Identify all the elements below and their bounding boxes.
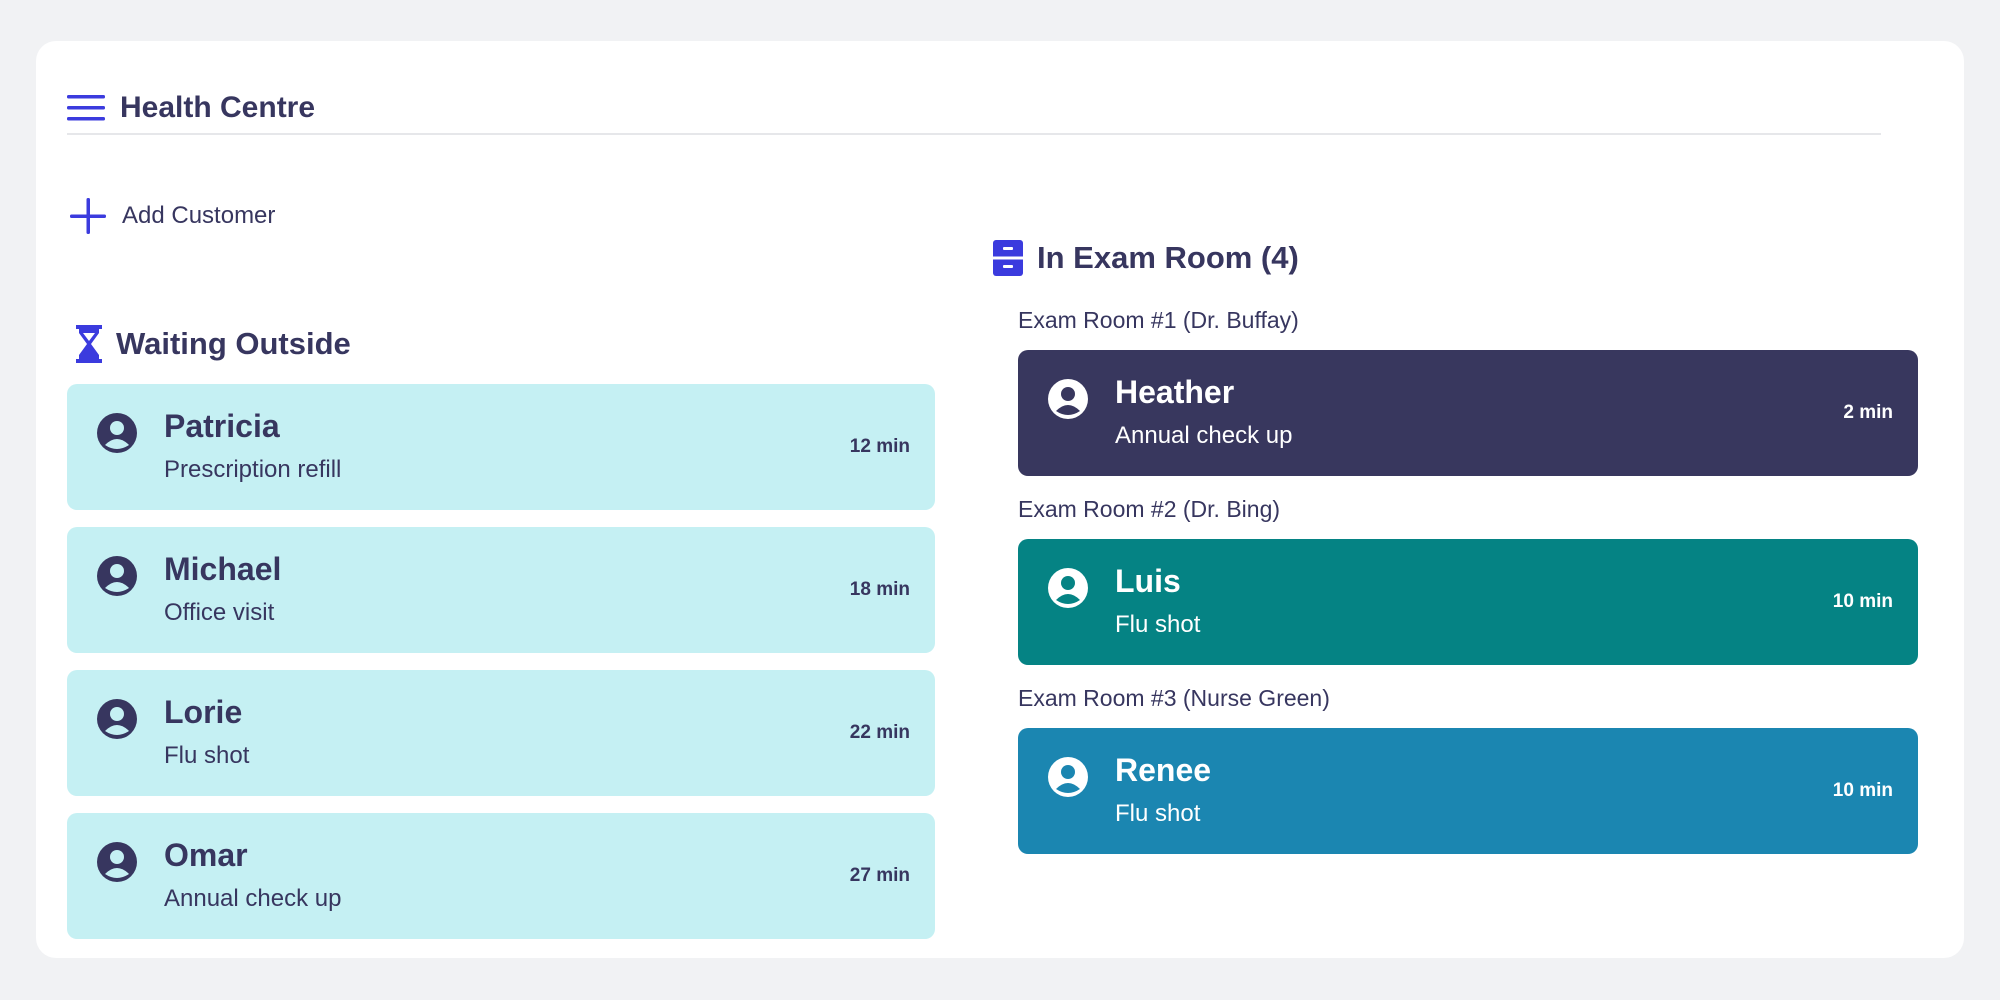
patient-time: 10 min	[1832, 780, 1893, 801]
patient-time: 10 min	[1832, 591, 1893, 612]
user-avatar-icon	[1048, 568, 1088, 608]
patient-reason: Flu shot	[1115, 800, 1201, 827]
waiting-patient-card[interactable]: Omar Annual check up 27 min	[67, 813, 935, 939]
patient-reason: Prescription refill	[164, 456, 342, 483]
user-avatar-icon	[97, 556, 137, 596]
user-avatar-icon	[97, 842, 137, 882]
exam-room-label: Exam Room #2 (Dr. Bing)	[1018, 496, 1281, 522]
waiting-patient-card[interactable]: Michael Office visit 18 min	[67, 527, 935, 653]
add-customer-label: Add Customer	[122, 202, 276, 229]
patient-name: Lorie	[164, 694, 243, 730]
patient-name: Michael	[164, 551, 282, 587]
patient-reason: Office visit	[164, 599, 275, 626]
waiting-section-title: Waiting Outside	[76, 320, 351, 368]
header-divider	[67, 133, 1881, 135]
add-customer-button[interactable]: Add Customer	[70, 194, 275, 238]
patient-reason: Annual check up	[164, 885, 342, 912]
exam-patient-card[interactable]: Luis Flu shot 10 min	[1018, 539, 1918, 665]
patient-name: Heather	[1115, 374, 1235, 410]
patient-reason: Flu shot	[164, 742, 250, 769]
waiting-list: Patricia Prescription refill 12 min Mich…	[67, 384, 935, 956]
patient-reason: Annual check up	[1115, 422, 1293, 449]
waiting-patient-card[interactable]: Lorie Flu shot 22 min	[67, 670, 935, 796]
hamburger-menu-icon[interactable]	[67, 92, 105, 124]
cabinet-icon	[993, 240, 1023, 276]
patient-wait-time: 18 min	[849, 579, 910, 600]
user-avatar-icon	[97, 699, 137, 739]
patient-name: Luis	[1115, 563, 1181, 599]
user-avatar-icon	[1048, 379, 1088, 419]
exam-patient-card[interactable]: Heather Annual check up 2 min	[1018, 350, 1918, 476]
exam-room-label: Exam Room #3 (Nurse Green)	[1018, 685, 1330, 711]
exam-room-list: Exam Room #1 (Dr. Buffay) Heather Annual…	[1018, 300, 1918, 867]
patient-reason: Flu shot	[1115, 611, 1201, 638]
patient-wait-time: 12 min	[849, 436, 910, 457]
exam-section-title: In Exam Room (4)	[993, 234, 1299, 282]
user-avatar-icon	[97, 413, 137, 453]
patient-time: 2 min	[1843, 402, 1893, 423]
waiting-patient-card[interactable]: Patricia Prescription refill 12 min	[67, 384, 935, 510]
patient-wait-time: 22 min	[849, 722, 910, 743]
waiting-title-text: Waiting Outside	[116, 326, 351, 361]
user-avatar-icon	[1048, 757, 1088, 797]
patient-wait-time: 27 min	[849, 865, 910, 886]
patient-name: Patricia	[164, 408, 280, 444]
exam-room-label: Exam Room #1 (Dr. Buffay)	[1018, 307, 1299, 333]
exam-title-text: In Exam Room (4)	[1037, 240, 1299, 275]
hourglass-icon	[76, 325, 102, 363]
patient-name: Omar	[164, 837, 248, 873]
patient-name: Renee	[1115, 752, 1212, 788]
plus-icon	[70, 198, 106, 234]
page-title: Health Centre	[120, 91, 316, 124]
app-header: Health Centre	[67, 88, 315, 128]
exam-patient-card[interactable]: Renee Flu shot 10 min	[1018, 728, 1918, 854]
